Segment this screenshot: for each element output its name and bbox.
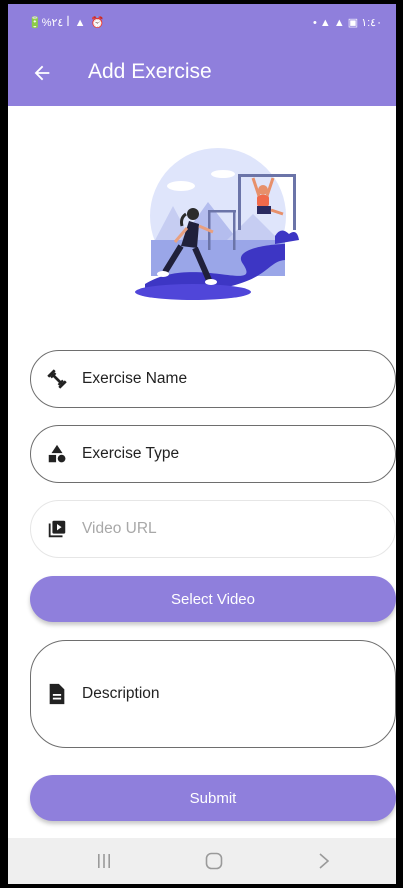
document-icon	[45, 682, 69, 706]
select-video-button[interactable]: Select Video	[30, 576, 396, 622]
phone-screen: 🔋%٢٤ ꟾ ▲ ⏰ • ▲ ▲ ▣ ١:٤٠ Add Exercise Exe…	[8, 4, 396, 884]
app-bar: Add Exercise	[8, 40, 396, 106]
home-button[interactable]	[194, 848, 234, 874]
system-nav-bar	[8, 838, 396, 884]
status-right: • ▲ ▲ ▣ ١:٤٠	[312, 17, 382, 29]
page-title: Add Exercise	[88, 60, 212, 83]
exercise-name-label: Exercise Name	[82, 370, 188, 387]
home-icon	[205, 852, 223, 870]
video-url-label: Video URL	[82, 520, 157, 537]
status-bar: 🔋%٢٤ ꟾ ▲ ⏰ • ▲ ▲ ▣ ١:٤٠	[8, 4, 396, 40]
exercise-type-field[interactable]: Exercise Type	[30, 425, 396, 483]
arrow-left-icon	[34, 65, 50, 81]
submit-button[interactable]: Submit	[30, 775, 396, 821]
recents-icon	[98, 854, 110, 868]
status-left: 🔋%٢٤ ꟾ ▲ ⏰	[28, 17, 106, 29]
fitness-illustration	[135, 148, 299, 300]
video-url-field[interactable]: Video URL	[30, 500, 396, 558]
recents-button[interactable]	[84, 848, 124, 874]
system-back-button[interactable]	[304, 848, 344, 874]
description-label: Description	[82, 685, 160, 702]
fitness-center-icon	[45, 367, 69, 391]
exercise-name-field[interactable]: Exercise Name	[30, 350, 396, 408]
category-icon	[45, 442, 69, 466]
video-library-icon	[45, 517, 69, 541]
back-button[interactable]	[30, 61, 54, 85]
description-field[interactable]: Description	[30, 640, 396, 748]
exercise-type-label: Exercise Type	[82, 445, 180, 462]
chevron-right-icon	[319, 853, 330, 869]
